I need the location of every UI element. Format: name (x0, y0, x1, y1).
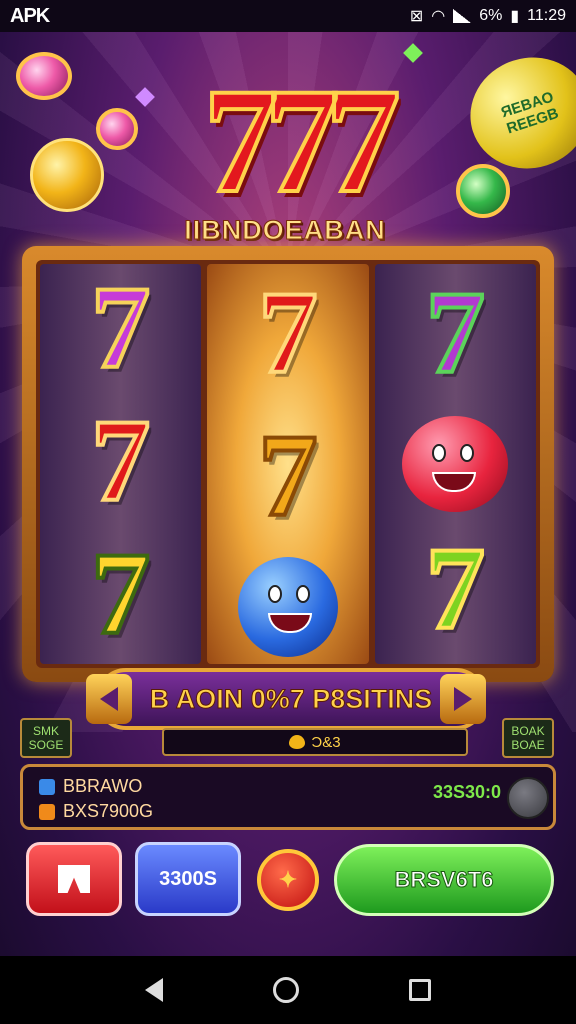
checkbox-icon[interactable] (39, 803, 55, 820)
next-arrow-button[interactable] (440, 674, 486, 724)
game-screen: APK ⊠ ◠ 6% ▮ 11:29 ЯEBAO REEGB 777 IIBND… (0, 0, 576, 1024)
info-row-2-label: BXS7900G (63, 801, 154, 821)
mute-icon: ⊠ (409, 8, 424, 25)
red-seven-icon: 7 (256, 266, 319, 398)
purple-seven-icon: 7 (89, 261, 152, 393)
bet-amount-button[interactable]: 3300S (135, 842, 241, 916)
play-button[interactable]: BRSV6T6 (334, 844, 554, 916)
logo-777: 777 (160, 58, 430, 224)
banner-text: B AOIN 0%7 P8SITINS (149, 683, 433, 714)
left-info-line1: SMK (32, 724, 59, 738)
right-info-line1: BOAK (511, 724, 545, 738)
balance-amount: 33S30:0 (433, 782, 502, 802)
yellow-seven-icon: 7 (89, 528, 152, 660)
reel-3: 7 7 (374, 264, 536, 664)
left-info-line2: SOGE (28, 738, 64, 752)
green-chip-icon (456, 164, 510, 218)
info-panel: BBRAWO BXS7900G 33S30:0 (20, 764, 556, 830)
red-seven-icon: 7 (89, 394, 152, 526)
blue-face-icon (237, 557, 338, 658)
checkbox-icon[interactable] (39, 778, 55, 795)
logo-numbers: 777 (202, 58, 403, 224)
arrow-right-icon (454, 687, 472, 711)
pink-chip-icon (96, 108, 138, 150)
signal-icon (453, 9, 472, 23)
lime-seven-icon: 7 (424, 522, 487, 654)
play-button-label: BRSV6T6 (394, 867, 494, 893)
right-info-line2: BOAE (511, 738, 545, 752)
home-icon[interactable] (273, 977, 299, 1003)
toggle-knob[interactable] (507, 777, 549, 819)
bet-amount-label: 3300S (159, 867, 217, 890)
battery-level: 6% (479, 7, 503, 24)
mini-bar: Ɔ&3 (162, 728, 468, 756)
spin-icon: ✦ (278, 867, 298, 892)
wifi-icon: ◠ (431, 8, 446, 25)
prev-arrow-button[interactable] (86, 674, 132, 724)
reel-2: 7 7 (207, 264, 369, 664)
left-info-box[interactable]: SMK SOGE (20, 718, 72, 758)
mini-bar-value: Ɔ&3 (311, 733, 341, 751)
reel-1: 7 7 7 (40, 261, 202, 664)
back-icon[interactable] (145, 978, 163, 1002)
pink-chip-icon (16, 52, 72, 100)
gold-coin-icon (30, 138, 104, 212)
status-bar: APK ⊠ ◠ 6% ▮ 11:29 (0, 0, 576, 32)
info-row-1[interactable]: BBRAWO (39, 776, 142, 797)
battery-icon: ▮ (510, 8, 520, 25)
gold-seven-icon: 7 (256, 409, 319, 541)
purple-green-seven-icon: 7 (424, 267, 487, 399)
promo-bubble-text: ЯEBAO REEGB (499, 88, 561, 138)
recents-icon[interactable] (409, 979, 431, 1001)
flag-icon (58, 865, 90, 893)
flag-button[interactable] (26, 842, 122, 916)
info-row-1-label: BBRAWO (63, 776, 143, 796)
reels-container: 7 7 7 7 7 7 7 (36, 260, 540, 668)
spin-button[interactable]: ✦ (257, 849, 319, 911)
info-row-2[interactable]: BXS7900G (39, 801, 153, 822)
red-face-icon (402, 415, 509, 512)
status-right: ⊠ ◠ 6% ▮ 11:29 (410, 6, 566, 26)
bet-banner: B AOIN 0%7 P8SITINS (96, 668, 486, 730)
slot-machine: 7 7 7 7 7 7 7 (22, 246, 554, 682)
android-nav-bar (0, 956, 576, 1024)
status-brand: APK (10, 4, 50, 27)
arrow-left-icon (100, 687, 118, 711)
heart-icon (289, 735, 306, 749)
status-time: 11:29 (527, 7, 566, 24)
right-info-box[interactable]: BOAK BOAE (502, 718, 554, 758)
